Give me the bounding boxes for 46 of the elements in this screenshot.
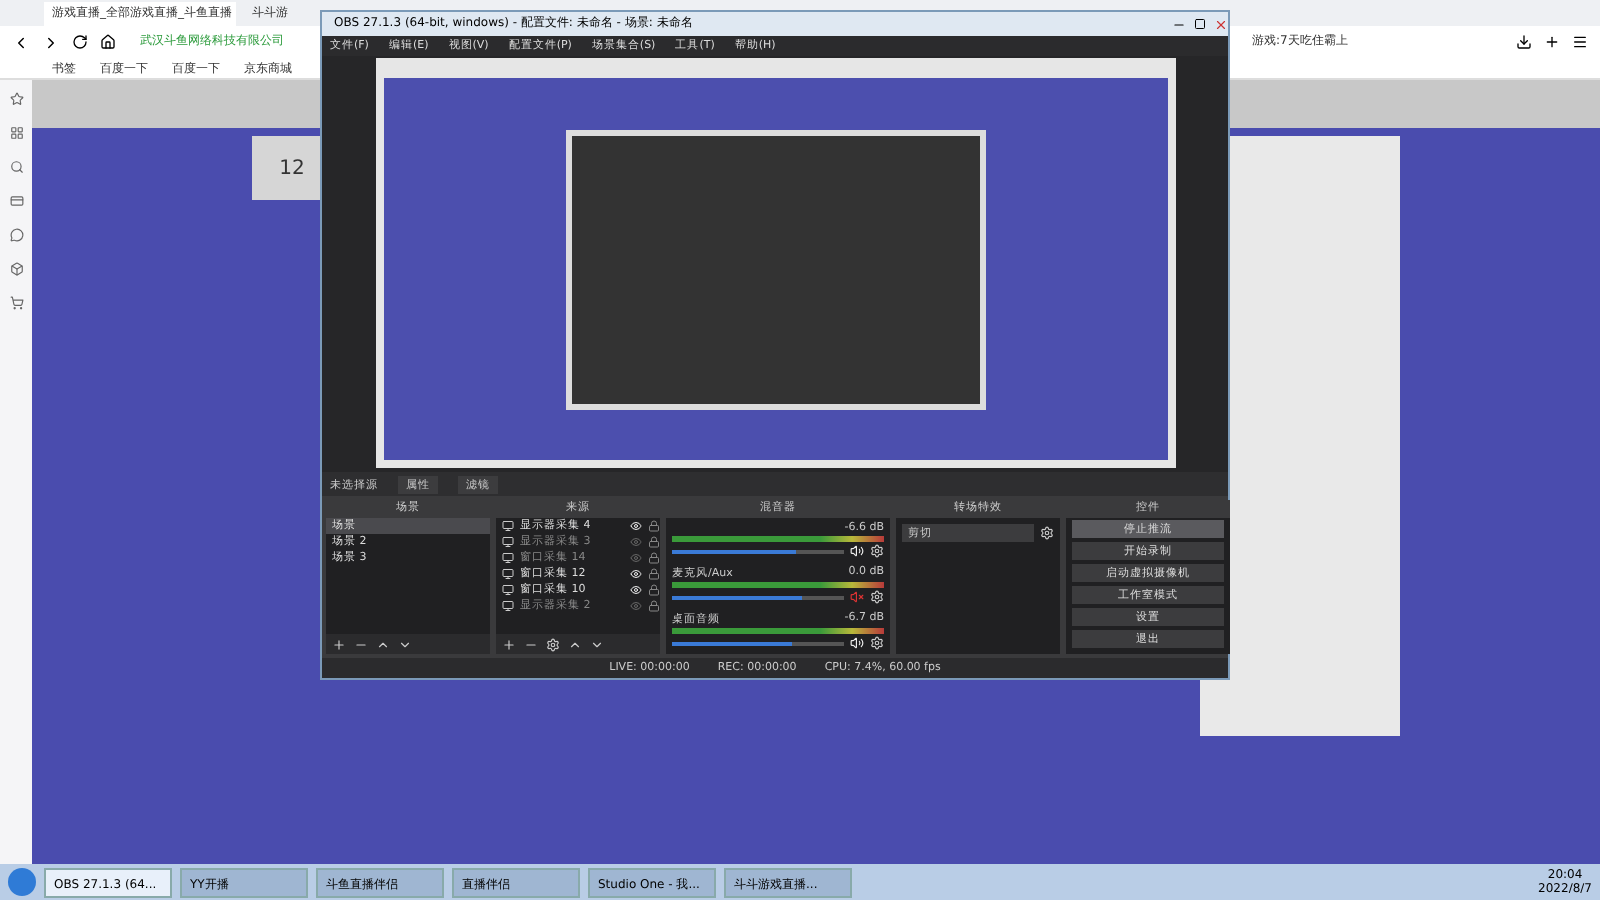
volume-slider[interactable] <box>672 641 793 646</box>
back-icon[interactable] <box>12 33 30 51</box>
lock-icon[interactable] <box>648 552 660 565</box>
lock-icon[interactable] <box>648 536 660 549</box>
settings-icon[interactable] <box>870 544 884 559</box>
forward-icon[interactable] <box>42 33 60 51</box>
monitor-icon <box>502 536 514 549</box>
volume-slider[interactable] <box>672 549 796 554</box>
monitor-icon <box>502 600 514 613</box>
monitor-icon <box>502 520 514 533</box>
sidebar-icon[interactable] <box>9 296 23 310</box>
monitor-icon <box>502 584 514 597</box>
sidebar-icon[interactable] <box>9 126 23 140</box>
speaker-icon[interactable] <box>850 636 864 651</box>
sidebar-icon[interactable] <box>9 160 23 174</box>
monitor-icon <box>502 568 514 581</box>
reload-icon[interactable] <box>72 34 88 50</box>
sidebar-icon[interactable] <box>9 92 23 106</box>
down-icon[interactable] <box>590 637 604 652</box>
add-icon[interactable] <box>332 637 346 652</box>
plus-icon[interactable] <box>1544 34 1560 50</box>
volume-slider[interactable] <box>672 595 801 600</box>
up-icon[interactable] <box>376 637 390 652</box>
download-icon[interactable] <box>1516 34 1532 50</box>
settings-icon[interactable] <box>870 636 884 651</box>
sidebar-icon[interactable] <box>9 262 23 276</box>
down-icon[interactable] <box>398 637 412 652</box>
home-icon[interactable] <box>100 34 116 50</box>
maximize-icon[interactable] <box>1194 18 1206 30</box>
up-icon[interactable] <box>568 637 582 652</box>
menu-icon[interactable] <box>1572 34 1588 50</box>
muted-speaker-icon[interactable] <box>850 590 864 605</box>
close-icon[interactable] <box>1214 17 1228 31</box>
lock-icon[interactable] <box>648 600 660 613</box>
monitor-icon <box>502 552 514 565</box>
speaker-icon[interactable] <box>850 544 864 559</box>
add-icon[interactable] <box>502 637 516 652</box>
lock-icon[interactable] <box>648 584 660 597</box>
settings-icon[interactable] <box>546 637 560 652</box>
sidebar-icon[interactable] <box>9 194 23 208</box>
sidebar-icon[interactable] <box>9 228 23 242</box>
start-button[interactable] <box>8 868 36 896</box>
settings-icon[interactable] <box>870 590 884 605</box>
settings-icon[interactable] <box>1040 526 1054 541</box>
lock-icon[interactable] <box>648 568 660 581</box>
lock-icon[interactable] <box>648 520 660 533</box>
